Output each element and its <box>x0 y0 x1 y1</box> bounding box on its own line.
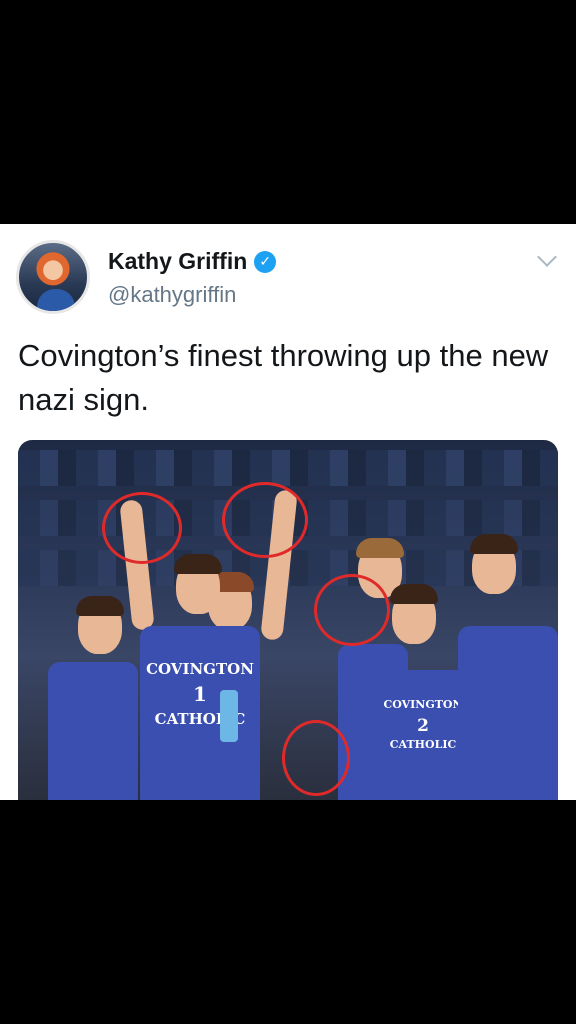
display-name[interactable]: Kathy Griffin <box>108 248 247 275</box>
author-name-row: Kathy Griffin ✓ <box>108 248 277 275</box>
jersey-line2: CATHOLIC <box>389 738 457 751</box>
jersey-line1: COVINGTON <box>383 698 463 711</box>
user-handle[interactable]: @kathygriffin <box>108 282 236 308</box>
water-bottle <box>220 690 238 742</box>
tweet-card: Kathy Griffin ✓ @kathygriffin Covington’… <box>0 224 576 800</box>
jersey-number: 2 <box>417 716 429 736</box>
verified-badge-icon: ✓ <box>254 250 277 273</box>
jersey-line2: CATHOLIC <box>154 710 246 728</box>
annotation-circle <box>102 492 182 564</box>
annotation-circle <box>222 482 308 558</box>
bottom-black-bar <box>0 800 576 1024</box>
annotation-circle <box>282 720 350 796</box>
avatar[interactable] <box>16 240 90 314</box>
chevron-down-icon[interactable] <box>537 247 557 267</box>
annotation-circle <box>314 574 390 646</box>
tweet-photo[interactable]: COVINGTON 1 CATHOLIC COVINGTON 2 CATHOLI… <box>18 440 558 800</box>
tweet-text: Covington’s finest throwing up the new n… <box>18 338 549 417</box>
crowd-background <box>18 450 558 486</box>
jersey-line1: COVINGTON <box>146 660 254 678</box>
jersey-number: 1 <box>193 682 207 706</box>
top-black-bar <box>0 0 576 224</box>
avatar-figure <box>37 289 75 311</box>
